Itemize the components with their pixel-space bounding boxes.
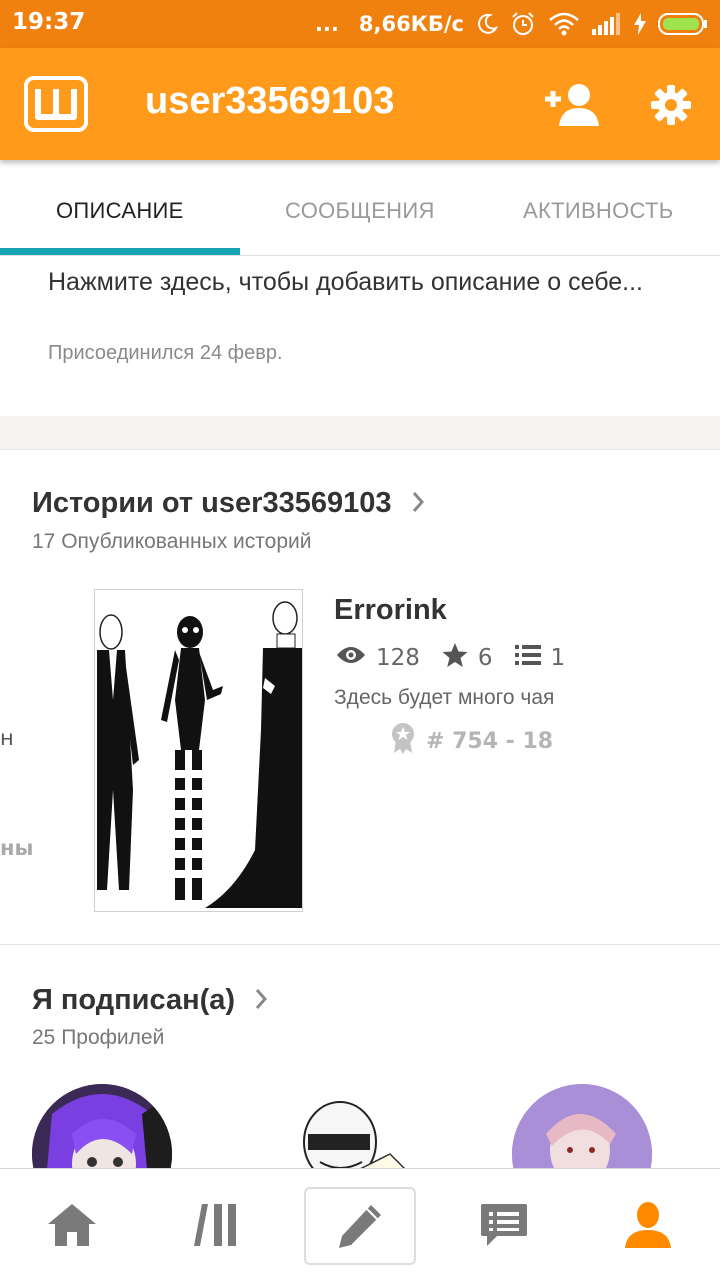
tab-messages[interactable]: СООБЩЕНИЯ (285, 198, 435, 224)
network-speed: 8,66КБ/с (358, 12, 464, 36)
story-description: Здесь будет много чая (334, 686, 555, 709)
stories-section-header[interactable]: Истории от user33569103 (32, 487, 424, 521)
following-section-title: Я подписан(а) (32, 984, 236, 1016)
bottom-navigation (0, 1168, 720, 1280)
story-rank: # 754 - 18 (390, 722, 553, 760)
story-stats: 128 6 1 (336, 642, 587, 674)
tab-activity[interactable]: АКТИВНОСТЬ (523, 198, 673, 224)
profile-username: user33569103 (145, 80, 395, 122)
parts-stat: 1 (514, 644, 566, 672)
story-rank-text: # 754 - 18 (426, 728, 554, 754)
charging-icon (634, 13, 646, 35)
list-icon (514, 644, 551, 672)
settings-gear-icon[interactable] (650, 84, 692, 126)
chevron-right-icon (412, 488, 424, 521)
profile-tabs: ОПИСАНИЕ СООБЩЕНИЯ АКТИВНОСТЬ (0, 160, 720, 256)
following-count: 25 Профилей (32, 1026, 165, 1049)
star-icon (442, 642, 478, 674)
views-stat: 128 (336, 645, 420, 671)
description-placeholder[interactable]: Нажмите здесь, чтобы добавить описание о… (48, 262, 688, 303)
tab-description[interactable]: ОПИСАНИЕ (56, 198, 184, 224)
views-count: 128 (376, 645, 420, 671)
story-title[interactable]: Errorink (334, 594, 447, 627)
messages-icon[interactable] (449, 1169, 559, 1280)
stories-section-title: Истории от user33569103 (32, 487, 392, 519)
chevron-right-icon (255, 985, 268, 1018)
battery-icon (658, 12, 708, 36)
alarm-icon (510, 11, 536, 37)
moon-icon (476, 13, 498, 35)
following-section-header[interactable]: Я подписан(а) (32, 984, 268, 1018)
status-dots: ... (314, 12, 339, 36)
profile-icon[interactable] (593, 1169, 703, 1280)
previous-story-peek-text: н (0, 726, 14, 750)
signal-icon (592, 13, 622, 35)
wifi-icon (548, 12, 580, 36)
add-user-icon[interactable] (543, 82, 601, 128)
status-icons: ... 8,66КБ/с (315, 6, 708, 42)
votes-stat: 6 (442, 642, 493, 674)
stories-count: 17 Опубликованных историй (32, 530, 312, 553)
previous-story-peek-rank: ны (0, 836, 34, 860)
tab-indicator (0, 248, 240, 255)
status-bar: 19:37 ... 8,66КБ/с (0, 0, 720, 48)
write-icon[interactable] (304, 1187, 416, 1265)
votes-count: 6 (477, 645, 493, 671)
section-separator (0, 416, 720, 450)
wattpad-logo-icon[interactable] (24, 76, 88, 132)
ribbon-award-icon (390, 722, 426, 760)
section-divider (0, 944, 720, 945)
status-time: 19:37 (12, 9, 86, 35)
library-icon[interactable] (162, 1169, 272, 1280)
app-bar: user33569103 (0, 48, 720, 160)
eye-icon (336, 645, 376, 671)
parts-count: 1 (550, 645, 566, 671)
story-cover-image[interactable] (94, 589, 303, 912)
joined-date: Присоединился 24 февр. (48, 342, 283, 364)
home-icon[interactable] (17, 1169, 127, 1280)
